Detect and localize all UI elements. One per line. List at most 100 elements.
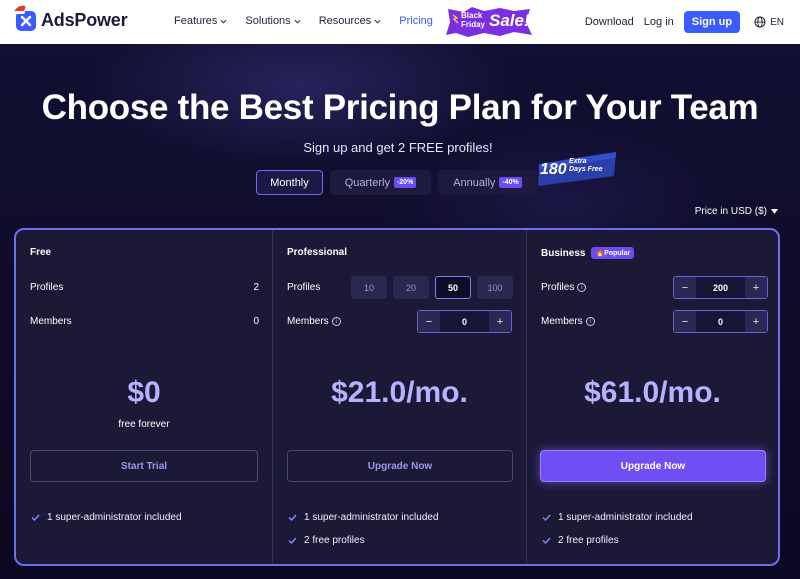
feature-item: 1 super-administrator included	[288, 512, 439, 523]
members-label-text: Members	[541, 316, 583, 327]
annually-discount-badge: -40%	[499, 177, 522, 188]
nav-pricing[interactable]: Pricing	[399, 15, 433, 27]
promo-small-text: Black Friday	[461, 11, 485, 29]
extra-days-label: Extra Days Free	[569, 158, 602, 174]
plan-card-business: Business 🔥Popular Profiles i − 200 + Mem…	[526, 230, 778, 564]
members-stepper-value[interactable]: 0	[696, 311, 745, 332]
globe-icon	[754, 16, 766, 28]
page-title: Choose the Best Pricing Plan for Your Te…	[41, 88, 759, 127]
feature-item: 2 free profiles	[542, 535, 619, 546]
tab-annually[interactable]: Annually -40%	[438, 170, 537, 195]
feature-item: 2 free profiles	[288, 535, 365, 546]
black-friday-sale-banner[interactable]: Black Friday Sale!	[444, 6, 534, 38]
check-icon	[542, 514, 551, 521]
top-navbar: AdsPower Features Solutions Resources Pr…	[0, 0, 800, 44]
chevron-down-icon	[294, 19, 301, 24]
decrement-button[interactable]: −	[674, 311, 696, 332]
extra-days-line2: Days Free	[569, 166, 603, 173]
popular-badge: 🔥Popular	[591, 247, 635, 259]
check-icon	[288, 514, 297, 521]
members-label-text: Members	[287, 316, 329, 327]
members-stepper-value[interactable]: 0	[440, 311, 489, 332]
profiles-label-text: Profiles	[30, 282, 64, 293]
plan-price: $0	[127, 376, 161, 409]
nav-features-label: Features	[174, 15, 218, 27]
profiles-label-text: Profiles	[541, 282, 575, 293]
plan-name-text: Free	[30, 247, 52, 258]
currency-selector[interactable]: Price in USD ($)	[695, 206, 778, 217]
decrement-button[interactable]: −	[674, 277, 696, 298]
decrement-button[interactable]: −	[418, 311, 440, 332]
price-note: free forever	[118, 419, 170, 430]
nav-solutions[interactable]: Solutions	[245, 15, 301, 27]
extra-days-badge: 180 Extra Days Free	[536, 150, 620, 188]
plan-card-free: Free Profiles 2 Members 0 $0 free foreve…	[16, 230, 272, 564]
feature-text: 1 super-administrator included	[304, 512, 439, 523]
feature-text: 2 free profiles	[558, 535, 619, 546]
profiles-label: Profiles	[30, 282, 63, 293]
plan-name: Business 🔥Popular	[541, 247, 635, 259]
members-value: 0	[253, 316, 259, 327]
chevron-down-icon	[374, 19, 381, 24]
profiles-label: Profiles	[287, 282, 320, 293]
brand-logo[interactable]: AdsPower	[12, 4, 128, 31]
info-icon[interactable]: i	[331, 317, 341, 326]
start-trial-button[interactable]: Start Trial	[30, 450, 258, 482]
profiles-label: Profiles i	[541, 282, 587, 293]
caret-down-icon	[771, 209, 778, 214]
promo-sale-word: Sale!	[489, 11, 530, 31]
members-label-text: Members	[30, 316, 72, 327]
language-label: EN	[770, 16, 784, 28]
profiles-stepper-value[interactable]: 200	[696, 277, 745, 298]
nav-solutions-label: Solutions	[245, 15, 291, 27]
plan-name-text: Professional	[287, 247, 348, 258]
login-link[interactable]: Log in	[644, 16, 674, 28]
santa-hat-icon	[12, 4, 28, 14]
extra-days-line1: Extra	[569, 158, 587, 165]
download-link[interactable]: Download	[585, 16, 634, 28]
upgrade-now-button[interactable]: Upgrade Now	[540, 450, 766, 482]
profile-option-100[interactable]: 100	[477, 276, 513, 299]
info-icon[interactable]: i	[585, 317, 595, 326]
nav-features[interactable]: Features	[174, 15, 227, 27]
language-selector[interactable]: EN	[754, 16, 784, 28]
profiles-stepper: − 200 +	[673, 276, 768, 299]
profiles-label-text: Profiles	[287, 282, 321, 293]
check-icon	[31, 514, 40, 521]
currency-label: Price in USD ($)	[694, 206, 767, 217]
profile-option-50[interactable]: 50	[435, 276, 471, 299]
extra-days-number: 180	[540, 161, 567, 178]
increment-button[interactable]: +	[745, 277, 767, 298]
increment-button[interactable]: +	[489, 311, 511, 332]
promo-word: Sale	[489, 11, 524, 30]
feature-text: 2 free profiles	[304, 535, 365, 546]
chevron-down-icon	[220, 19, 227, 24]
feature-text: 1 super-administrator included	[558, 512, 693, 523]
tab-annually-label: Annually	[453, 176, 496, 189]
upgrade-now-button[interactable]: Upgrade Now	[287, 450, 513, 482]
check-icon	[288, 537, 297, 544]
members-stepper: − 0 +	[673, 310, 768, 333]
nav-resources-label: Resources	[318, 15, 372, 27]
increment-button[interactable]: +	[745, 311, 767, 332]
plan-price: $61.0/mo.	[584, 376, 721, 409]
info-icon[interactable]: i	[577, 283, 587, 292]
profile-option-20[interactable]: 20	[393, 276, 429, 299]
profile-option-10[interactable]: 10	[351, 276, 387, 299]
quarterly-discount-badge: -20%	[393, 177, 417, 188]
promo-line2: Friday	[461, 20, 486, 29]
feature-item: 1 super-administrator included	[542, 512, 693, 523]
plan-name: Professional	[287, 247, 347, 258]
check-icon	[542, 537, 551, 544]
tab-monthly[interactable]: Monthly	[256, 170, 323, 195]
plan-name-text: Business	[541, 247, 586, 259]
nav-resources[interactable]: Resources	[319, 15, 382, 27]
adspower-logo-icon	[12, 4, 36, 31]
tab-monthly-label: Monthly	[270, 176, 309, 189]
promo-line1: Black	[461, 11, 483, 20]
plan-name: Free	[30, 247, 51, 258]
profiles-value: 2	[253, 282, 259, 293]
tab-quarterly[interactable]: Quarterly -20%	[330, 170, 431, 195]
pricing-plans: Free Profiles 2 Members 0 $0 free foreve…	[14, 228, 780, 566]
signup-button[interactable]: Sign up	[683, 11, 741, 33]
